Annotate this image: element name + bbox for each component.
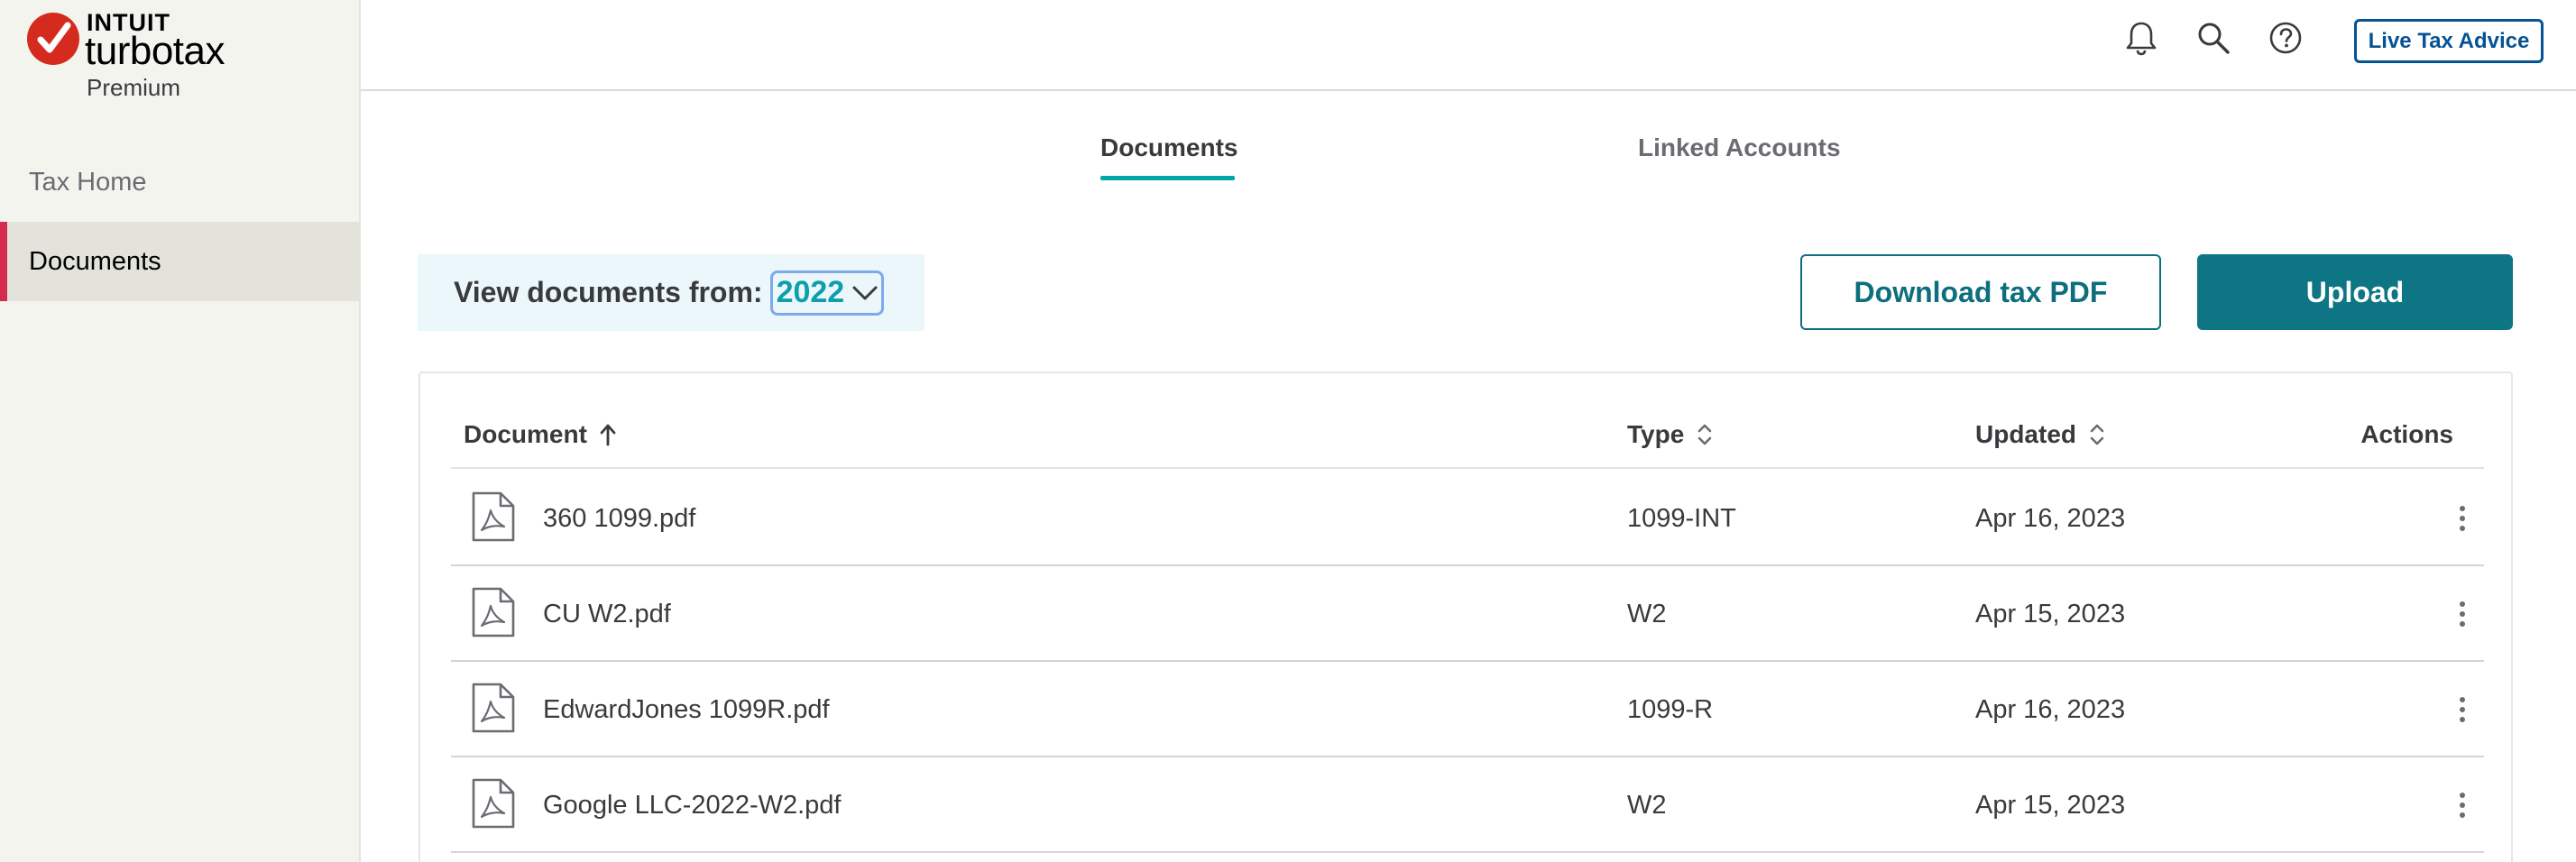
document-updated-date: Apr 16, 2023 xyxy=(1975,503,2126,533)
document-type: 1099-R xyxy=(1627,694,1714,724)
sidebar-item-label: Tax Home xyxy=(29,167,147,197)
logo-product: turbotax xyxy=(85,29,225,73)
more-actions-icon[interactable] xyxy=(2444,594,2480,634)
checkmark-logo-icon xyxy=(27,13,79,65)
year-select-value: 2022 xyxy=(776,275,845,309)
document-updated-date: Apr 16, 2023 xyxy=(1975,694,2126,724)
pdf-file-icon xyxy=(472,683,515,733)
document-updated-date: Apr 15, 2023 xyxy=(1975,599,2126,628)
table-row: Google LLC-2022-W2.pdf W2 Apr 15, 2023 xyxy=(451,757,2484,853)
column-header-label: Document xyxy=(464,420,587,448)
table-header: Document Type Updated Actions xyxy=(451,400,2484,469)
more-actions-icon[interactable] xyxy=(2444,499,2480,538)
sidebar-item-label: Documents xyxy=(29,246,161,276)
document-name-link[interactable]: CU W2.pdf xyxy=(543,566,671,662)
tab-documents[interactable]: Documents xyxy=(1100,133,1237,162)
turbotax-logo[interactable]: INTUIT turbotax Premium xyxy=(27,9,262,108)
top-header: Live Tax Advice xyxy=(361,0,2576,91)
sort-toggle-icon xyxy=(2090,424,2104,445)
column-header-document[interactable]: Document xyxy=(464,400,616,469)
download-tax-pdf-button[interactable]: Download tax PDF xyxy=(1800,254,2161,330)
table-row: 360 1099.pdf 1099-INT Apr 16, 2023 xyxy=(451,471,2484,566)
tab-linked-accounts[interactable]: Linked Accounts xyxy=(1638,133,1841,162)
document-type: 1099-INT xyxy=(1627,503,1736,533)
column-header-label: Type xyxy=(1627,420,1685,448)
table-row: EdwardJones 1099R.pdf 1099-R Apr 16, 202… xyxy=(451,662,2484,757)
logo-edition: Premium xyxy=(87,74,181,101)
column-header-label: Updated xyxy=(1975,420,2076,448)
year-select[interactable]: 2022 xyxy=(769,270,884,316)
column-header-type[interactable]: Type xyxy=(1627,400,1713,469)
chevron-down-icon xyxy=(852,286,878,299)
pdf-file-icon xyxy=(472,491,515,542)
document-type: W2 xyxy=(1627,599,1667,628)
sort-toggle-icon xyxy=(1697,424,1712,445)
table-row: CU W2.pdf W2 Apr 15, 2023 xyxy=(451,566,2484,662)
sidebar-item-documents[interactable]: Documents xyxy=(0,222,361,301)
year-filter: View documents from: 2022 xyxy=(418,254,925,331)
document-name-link[interactable]: 360 1099.pdf xyxy=(543,471,695,566)
document-name-link[interactable]: Google LLC-2022-W2.pdf xyxy=(543,757,841,853)
column-header-actions: Actions xyxy=(2360,420,2453,448)
upload-button[interactable]: Upload xyxy=(2197,254,2513,330)
document-updated-date: Apr 15, 2023 xyxy=(1975,790,2126,820)
document-type: W2 xyxy=(1627,790,1667,820)
tab-active-indicator xyxy=(1100,176,1235,180)
documents-table: Document Type Updated Actions 360 1099.p… xyxy=(419,371,2513,862)
pdf-file-icon xyxy=(472,778,515,829)
sort-ascending-icon xyxy=(600,424,616,446)
pdf-file-icon xyxy=(472,587,515,637)
bell-icon[interactable] xyxy=(2120,16,2163,60)
search-icon[interactable] xyxy=(2192,16,2235,60)
column-header-updated[interactable]: Updated xyxy=(1975,400,2105,469)
document-name-link[interactable]: EdwardJones 1099R.pdf xyxy=(543,662,830,757)
more-actions-icon[interactable] xyxy=(2444,785,2480,825)
help-icon[interactable] xyxy=(2264,16,2307,60)
sidebar: INTUIT turbotax Premium Tax Home Documen… xyxy=(0,0,361,862)
more-actions-icon[interactable] xyxy=(2444,690,2480,729)
sidebar-item-tax-home[interactable]: Tax Home xyxy=(0,142,361,222)
year-filter-label: View documents from: xyxy=(454,276,763,308)
live-tax-advice-button[interactable]: Live Tax Advice xyxy=(2354,19,2544,63)
